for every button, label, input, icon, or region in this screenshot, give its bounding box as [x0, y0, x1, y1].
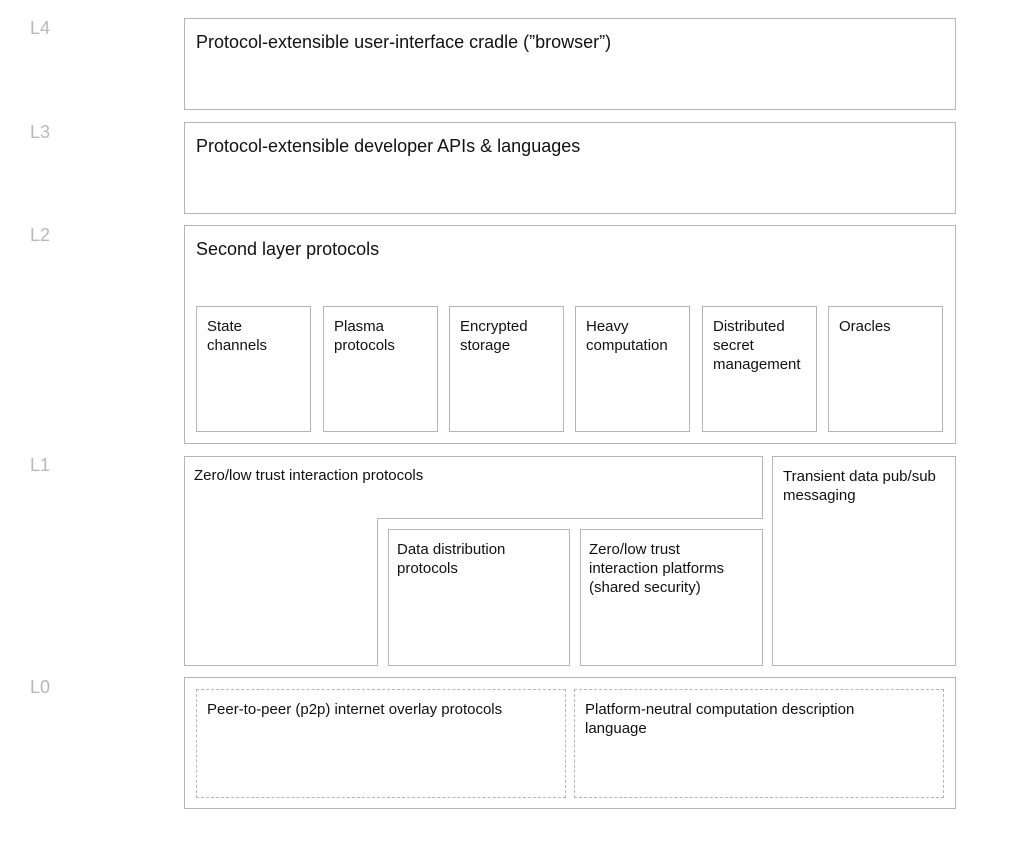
- l1-zero-trust-title: Zero/low trust interaction protocols: [194, 467, 424, 484]
- l1-transient-messaging-box: Transient data pub/sub messaging: [772, 456, 956, 666]
- l1-data-distribution-box: Data distribution protocols: [388, 529, 570, 666]
- l0-p2p-label: Peer-to-peer (p2p) internet overlay prot…: [207, 701, 503, 718]
- l0-neutral-label: Platform-neutral computation description…: [585, 701, 855, 737]
- l1-transient-label: Transient data pub/sub messaging: [783, 468, 936, 504]
- l1-platforms-box: Zero/low trust interaction platforms (sh…: [580, 529, 763, 666]
- l0-neutral-language-box: Platform-neutral computation description…: [574, 689, 944, 798]
- l0-p2p-box: Peer-to-peer (p2p) internet overlay prot…: [196, 689, 566, 798]
- l1-platforms-label: Zero/low trust interaction platforms (sh…: [589, 541, 725, 596]
- l0-box: Peer-to-peer (p2p) internet overlay prot…: [184, 677, 956, 809]
- l1-data-distribution-label: Data distribution protocols: [397, 541, 506, 577]
